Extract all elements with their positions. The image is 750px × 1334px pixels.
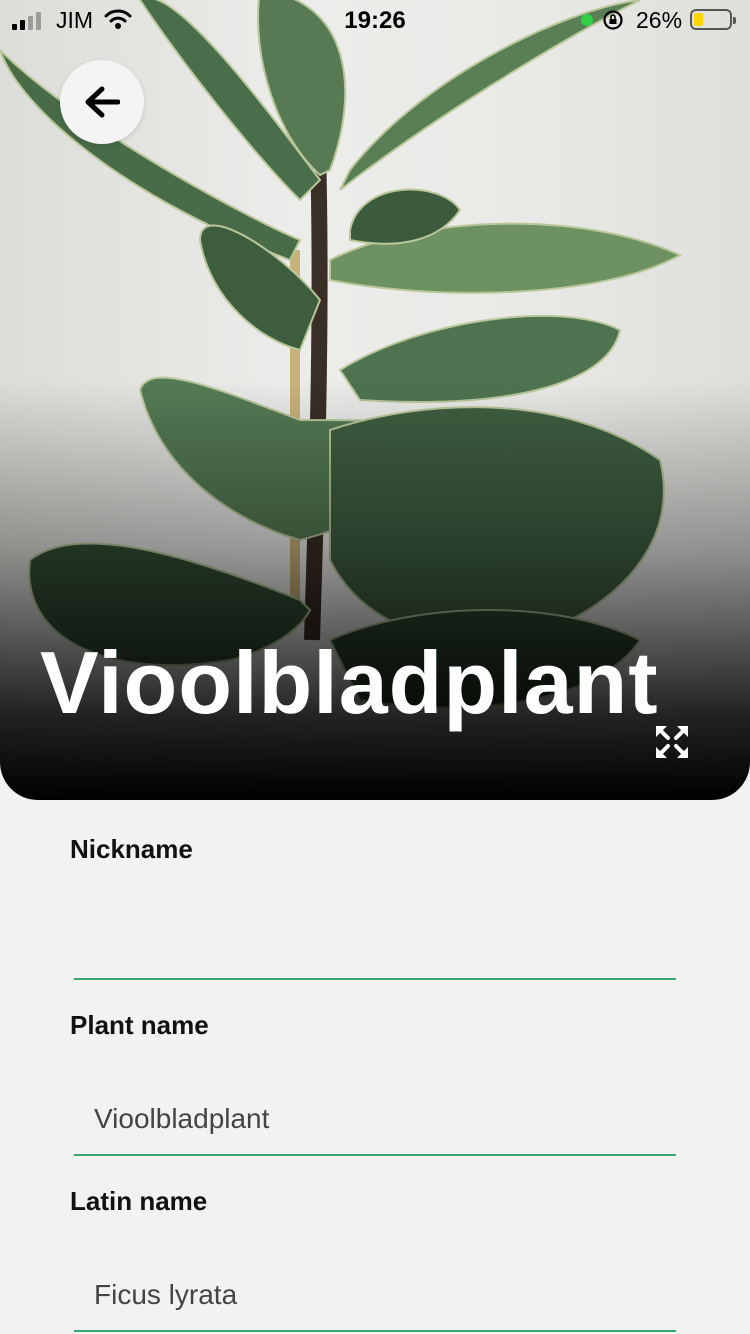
plant-name-label: Plant name (70, 1010, 209, 1040)
latin-name-field-group: Latin name (70, 1186, 676, 1332)
plant-photo-header: JIM 19:26 26% Vioolbladplant (0, 0, 750, 800)
nickname-label: Nickname (70, 834, 193, 864)
status-bar: JIM 19:26 26% (0, 0, 750, 40)
photo-gradient-overlay (0, 380, 750, 800)
latin-name-input[interactable] (74, 1260, 676, 1332)
battery-level-fill (694, 13, 703, 26)
mic-indicator-icon (581, 14, 593, 26)
expand-icon[interactable] (652, 722, 692, 762)
nickname-input[interactable] (74, 908, 676, 980)
battery-icon (690, 9, 736, 30)
arrow-left-icon (85, 86, 120, 118)
page-title: Vioolbladplant (40, 633, 659, 732)
plant-name-field-group: Plant name (70, 1010, 676, 1156)
rotation-lock-icon (603, 10, 623, 30)
battery-percent: 26% (636, 7, 683, 33)
plant-name-input[interactable] (74, 1084, 676, 1156)
latin-name-label: Latin name (70, 1186, 208, 1216)
nickname-field-group: Nickname (70, 834, 676, 980)
back-button[interactable] (60, 60, 144, 144)
